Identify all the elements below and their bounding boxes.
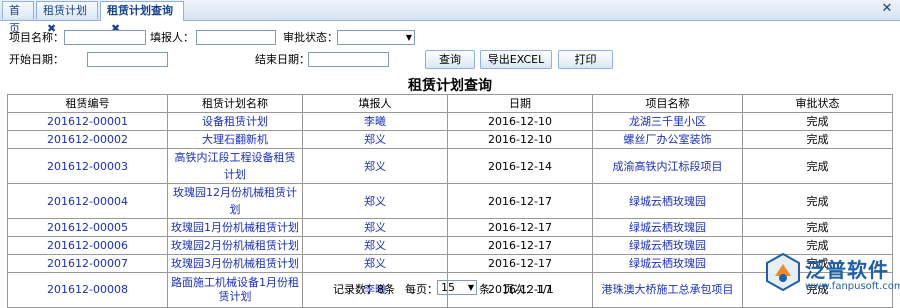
lease-id-link[interactable]: 201612-00003 [7, 148, 168, 184]
start-date-input[interactable] [87, 52, 168, 67]
status-select[interactable]: ▼ [337, 30, 415, 45]
table-row: 201612-00005 玫瑰园1月份机械租赁计划 郑义 2016-12-17 … [7, 218, 893, 237]
col-header-date[interactable]: 日期 [447, 94, 593, 113]
col-header-id[interactable]: 租赁编号 [7, 94, 168, 113]
status-cell: 完成 [742, 112, 893, 131]
table-row: 201612-00004 玫瑰园12月份机械租赁计划 郑义 2016-12-17… [7, 183, 893, 219]
logo-icon [766, 252, 800, 292]
plan-name-link[interactable]: 路面施工机械设备1月份租赁计划 [167, 272, 303, 308]
status-cell: 完成 [742, 130, 893, 149]
col-header-status[interactable]: 审批状态 [742, 94, 893, 113]
project-link[interactable]: 港珠澳大桥施工总承包项目 [592, 272, 743, 308]
project-name-label: 项目名称： [9, 31, 64, 44]
date-cell: 2016-12-17 [447, 254, 593, 273]
plan-name-link[interactable]: 玫瑰园1月份机械租赁计划 [167, 218, 303, 237]
table-row: 201612-00002 大理石翻新机 郑义 2016-12-10 螺丝厂办公室… [7, 130, 893, 149]
watermark-text: 泛普软件 [805, 258, 889, 282]
plan-name-link[interactable]: 玫瑰园12月份机械租赁计划 [167, 183, 303, 219]
tab-home[interactable]: 首页 [2, 1, 34, 35]
filler-label: 填报人： [150, 31, 194, 44]
table-row: 201612-00006 玫瑰园2月份机械租赁计划 郑义 2016-12-17 … [7, 236, 893, 255]
lease-id-link[interactable]: 201612-00005 [7, 218, 168, 237]
project-link[interactable]: 绿城云栖玫瑰园 [592, 183, 743, 219]
project-link[interactable]: 绿城云栖玫瑰园 [592, 218, 743, 237]
lease-id-link[interactable]: 201612-00007 [7, 254, 168, 273]
tab-bar: 首页 租赁计划✖ 租赁计划查询✖ ✕ [0, 0, 900, 35]
plan-name-link[interactable]: 玫瑰园3月份机械租赁计划 [167, 254, 303, 273]
col-header-name[interactable]: 租赁计划名称 [167, 94, 303, 113]
lease-id-link[interactable]: 201612-00008 [7, 272, 168, 308]
filler-link[interactable]: 李曦 [302, 112, 448, 131]
project-link[interactable]: 绿城云栖玫瑰园 [592, 254, 743, 273]
project-link[interactable]: 绿城云栖玫瑰园 [592, 236, 743, 255]
end-date-label: 结束日期： [255, 53, 310, 66]
tab-lease-plan-query-label: 租赁计划查询 [107, 4, 173, 17]
window-close-icon[interactable]: ✕ [880, 2, 894, 16]
filler-link[interactable]: 郑义 [302, 236, 448, 255]
per-page-unit: 条 [479, 283, 490, 296]
date-cell: 2016-12-17 [447, 183, 593, 219]
query-button[interactable]: 查询 [425, 50, 475, 69]
watermark-url: www.fanpusoft.com [805, 281, 900, 292]
lease-plan-table: 租赁编号 租赁计划名称 填报人 日期 项目名称 审批状态 201612-0000… [7, 94, 893, 308]
filler-link[interactable]: 郑义 [302, 254, 448, 273]
table-header-row: 租赁编号 租赁计划名称 填报人 日期 项目名称 审批状态 [7, 94, 893, 113]
tab-lease-plan-label: 租赁计划 [43, 4, 87, 17]
filler-link[interactable]: 郑义 [302, 130, 448, 149]
status-cell: 完成 [742, 148, 893, 184]
date-cell: 2016-12-10 [447, 112, 593, 131]
per-page-label: 每页： [405, 283, 438, 296]
lease-id-link[interactable]: 201612-00002 [7, 130, 168, 149]
lease-id-link[interactable]: 201612-00001 [7, 112, 168, 131]
project-link[interactable]: 成渝高铁内江标段项目 [592, 148, 743, 184]
project-link[interactable]: 龙湖三千里小区 [592, 112, 743, 131]
col-header-project[interactable]: 项目名称 [592, 94, 743, 113]
dropdown-arrow-icon: ▼ [405, 33, 412, 42]
per-page-select[interactable]: 15 ▼ [437, 280, 477, 295]
export-excel-button[interactable]: 导出EXCEL [480, 50, 552, 69]
filler-link[interactable]: 郑义 [302, 148, 448, 184]
plan-name-link[interactable]: 设备租赁计划 [167, 112, 303, 131]
table-row: 201612-00007 玫瑰园3月份机械租赁计划 郑义 2016-12-17 … [7, 254, 893, 273]
page-info: 页次：1/1 [503, 283, 554, 296]
filler-link[interactable]: 郑义 [302, 218, 448, 237]
table-row: 201612-00001 设备租赁计划 李曦 2016-12-10 龙湖三千里小… [7, 112, 893, 131]
tab-lease-plan-query[interactable]: 租赁计划查询✖ [100, 1, 184, 35]
plan-name-link[interactable]: 高铁内江段工程设备租赁计划 [167, 148, 303, 184]
tab-lease-plan[interactable]: 租赁计划✖ [36, 1, 98, 35]
dropdown-arrow-icon: ▼ [467, 283, 474, 292]
per-page-value: 15 [441, 281, 455, 294]
lease-id-link[interactable]: 201612-00006 [7, 236, 168, 255]
project-name-input[interactable] [64, 30, 146, 45]
project-link[interactable]: 螺丝厂办公室装饰 [592, 130, 743, 149]
date-cell: 2016-12-10 [447, 130, 593, 149]
table-row: 201612-00003 高铁内江段工程设备租赁计划 郑义 2016-12-14… [7, 148, 893, 184]
filler-input[interactable] [196, 30, 276, 45]
status-cell: 完成 [742, 183, 893, 219]
print-button[interactable]: 打印 [558, 50, 613, 69]
plan-name-link[interactable]: 大理石翻新机 [167, 130, 303, 149]
watermark-logo: 泛普软件 www.fanpusoft.com [765, 252, 900, 300]
record-count: 记录数：8条 [333, 283, 395, 296]
date-cell: 2016-12-17 [447, 236, 593, 255]
date-cell: 2016-12-14 [447, 148, 593, 184]
status-label: 审批状态： [283, 31, 338, 44]
status-cell: 完成 [742, 218, 893, 237]
date-cell: 2016-12-17 [447, 218, 593, 237]
start-date-label: 开始日期： [9, 53, 64, 66]
lease-id-link[interactable]: 201612-00004 [7, 183, 168, 219]
plan-name-link[interactable]: 玫瑰园2月份机械租赁计划 [167, 236, 303, 255]
filler-link[interactable]: 郑义 [302, 183, 448, 219]
col-header-filler[interactable]: 填报人 [302, 94, 448, 113]
page-title: 租赁计划查询 [408, 78, 492, 94]
end-date-input[interactable] [308, 52, 389, 67]
